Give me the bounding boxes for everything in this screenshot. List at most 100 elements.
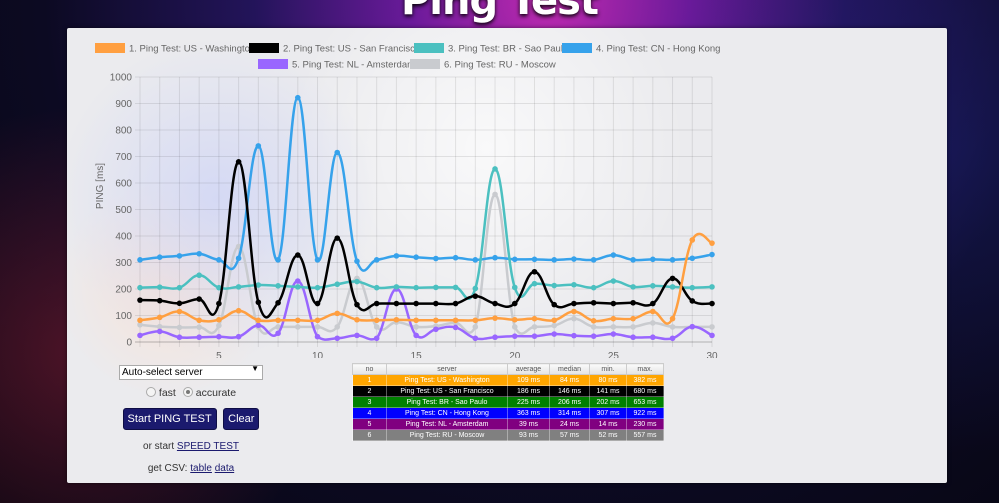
data-point[interactable] bbox=[334, 149, 341, 156]
data-point[interactable] bbox=[354, 258, 360, 264]
data-point[interactable] bbox=[294, 252, 301, 258]
data-point[interactable] bbox=[156, 297, 163, 304]
data-point[interactable] bbox=[314, 317, 321, 324]
data-point[interactable] bbox=[452, 254, 459, 261]
data-point[interactable] bbox=[156, 254, 163, 260]
legend-label[interactable]: 6. Ping Test: RU - Moscow bbox=[444, 60, 556, 71]
data-point[interactable] bbox=[294, 94, 301, 101]
data-point[interactable] bbox=[354, 301, 360, 308]
data-point[interactable] bbox=[511, 324, 518, 330]
data-point[interactable] bbox=[373, 317, 380, 324]
data-point[interactable] bbox=[630, 334, 636, 341]
radio-fast[interactable] bbox=[145, 387, 156, 397]
data-point[interactable] bbox=[590, 257, 597, 263]
data-point[interactable] bbox=[472, 257, 479, 263]
data-point[interactable] bbox=[472, 293, 479, 299]
data-point[interactable] bbox=[610, 278, 617, 284]
data-point[interactable] bbox=[531, 324, 538, 330]
data-point[interactable] bbox=[531, 268, 538, 275]
data-point[interactable] bbox=[610, 300, 617, 307]
data-point[interactable] bbox=[156, 284, 163, 290]
data-point[interactable] bbox=[137, 317, 143, 324]
data-point[interactable] bbox=[433, 300, 439, 307]
data-point[interactable] bbox=[314, 324, 321, 330]
data-point[interactable] bbox=[689, 298, 696, 304]
data-point[interactable] bbox=[630, 315, 636, 322]
legend-label[interactable]: 1. Ping Test: US - Washington bbox=[129, 44, 255, 55]
data-point[interactable] bbox=[275, 299, 281, 306]
data-point[interactable] bbox=[354, 316, 360, 323]
data-point[interactable] bbox=[235, 333, 242, 340]
data-point[interactable] bbox=[393, 316, 400, 323]
data-point[interactable] bbox=[709, 332, 715, 339]
data-point[interactable] bbox=[571, 315, 577, 322]
data-point[interactable] bbox=[373, 335, 380, 342]
csv-table-link[interactable]: table bbox=[190, 463, 212, 474]
data-point[interactable] bbox=[275, 317, 281, 324]
data-point[interactable] bbox=[669, 275, 676, 282]
data-point[interactable] bbox=[452, 317, 459, 324]
data-point[interactable] bbox=[571, 332, 577, 339]
data-point[interactable] bbox=[531, 256, 538, 263]
data-point[interactable] bbox=[216, 257, 222, 263]
data-point[interactable] bbox=[216, 322, 222, 329]
data-point[interactable] bbox=[492, 315, 498, 321]
data-point[interactable] bbox=[314, 300, 321, 307]
data-point[interactable] bbox=[630, 257, 636, 263]
data-point[interactable] bbox=[413, 332, 419, 339]
data-point[interactable] bbox=[413, 254, 419, 260]
data-point[interactable] bbox=[650, 256, 656, 263]
data-point[interactable] bbox=[571, 256, 577, 262]
data-point[interactable] bbox=[433, 326, 439, 333]
data-point[interactable] bbox=[590, 299, 597, 306]
data-point[interactable] bbox=[294, 324, 301, 330]
data-point[interactable] bbox=[571, 281, 577, 288]
data-point[interactable] bbox=[689, 323, 696, 330]
data-point[interactable] bbox=[492, 300, 498, 307]
data-point[interactable] bbox=[669, 315, 676, 322]
data-point[interactable] bbox=[531, 315, 538, 322]
data-point[interactable] bbox=[176, 284, 183, 291]
csv-data-link[interactable]: data bbox=[215, 463, 234, 474]
data-point[interactable] bbox=[334, 235, 341, 241]
data-point[interactable] bbox=[689, 284, 696, 291]
data-point[interactable] bbox=[669, 284, 676, 290]
data-point[interactable] bbox=[650, 300, 656, 307]
legend-label[interactable]: 3. Ping Test: BR - Sao Paulo bbox=[448, 44, 568, 55]
data-point[interactable] bbox=[551, 282, 558, 289]
data-point[interactable] bbox=[176, 253, 183, 259]
data-point[interactable] bbox=[630, 299, 636, 306]
server-select[interactable]: Auto-select server bbox=[119, 365, 263, 380]
data-point[interactable] bbox=[610, 252, 617, 258]
speed-test-link[interactable]: SPEED TEST bbox=[177, 441, 239, 452]
data-point[interactable] bbox=[196, 317, 202, 324]
data-point[interactable] bbox=[156, 328, 163, 335]
data-point[interactable] bbox=[630, 284, 636, 290]
data-point[interactable] bbox=[393, 300, 400, 307]
data-point[interactable] bbox=[531, 333, 538, 339]
data-point[interactable] bbox=[176, 300, 183, 307]
data-point[interactable] bbox=[393, 253, 400, 259]
data-point[interactable] bbox=[294, 278, 301, 284]
data-point[interactable] bbox=[354, 278, 360, 285]
data-point[interactable] bbox=[235, 284, 242, 290]
clear-button[interactable]: Clear bbox=[223, 408, 260, 430]
data-point[interactable] bbox=[393, 284, 400, 290]
legend-label[interactable]: 2. Ping Test: US - San Francisco bbox=[283, 44, 420, 55]
data-point[interactable] bbox=[472, 285, 479, 292]
data-point[interactable] bbox=[235, 159, 242, 165]
data-point[interactable] bbox=[275, 330, 281, 337]
data-point[interactable] bbox=[709, 300, 715, 307]
data-point[interactable] bbox=[196, 334, 202, 341]
data-point[interactable] bbox=[551, 317, 558, 324]
data-point[interactable] bbox=[492, 254, 498, 261]
mode-fast[interactable]: fast bbox=[145, 387, 176, 399]
data-point[interactable] bbox=[216, 316, 222, 323]
data-point[interactable] bbox=[156, 323, 163, 330]
data-point[interactable] bbox=[255, 143, 262, 149]
data-point[interactable] bbox=[334, 324, 341, 330]
data-point[interactable] bbox=[689, 237, 696, 243]
data-point[interactable] bbox=[630, 324, 636, 330]
data-point[interactable] bbox=[709, 324, 715, 330]
data-point[interactable] bbox=[196, 250, 202, 257]
